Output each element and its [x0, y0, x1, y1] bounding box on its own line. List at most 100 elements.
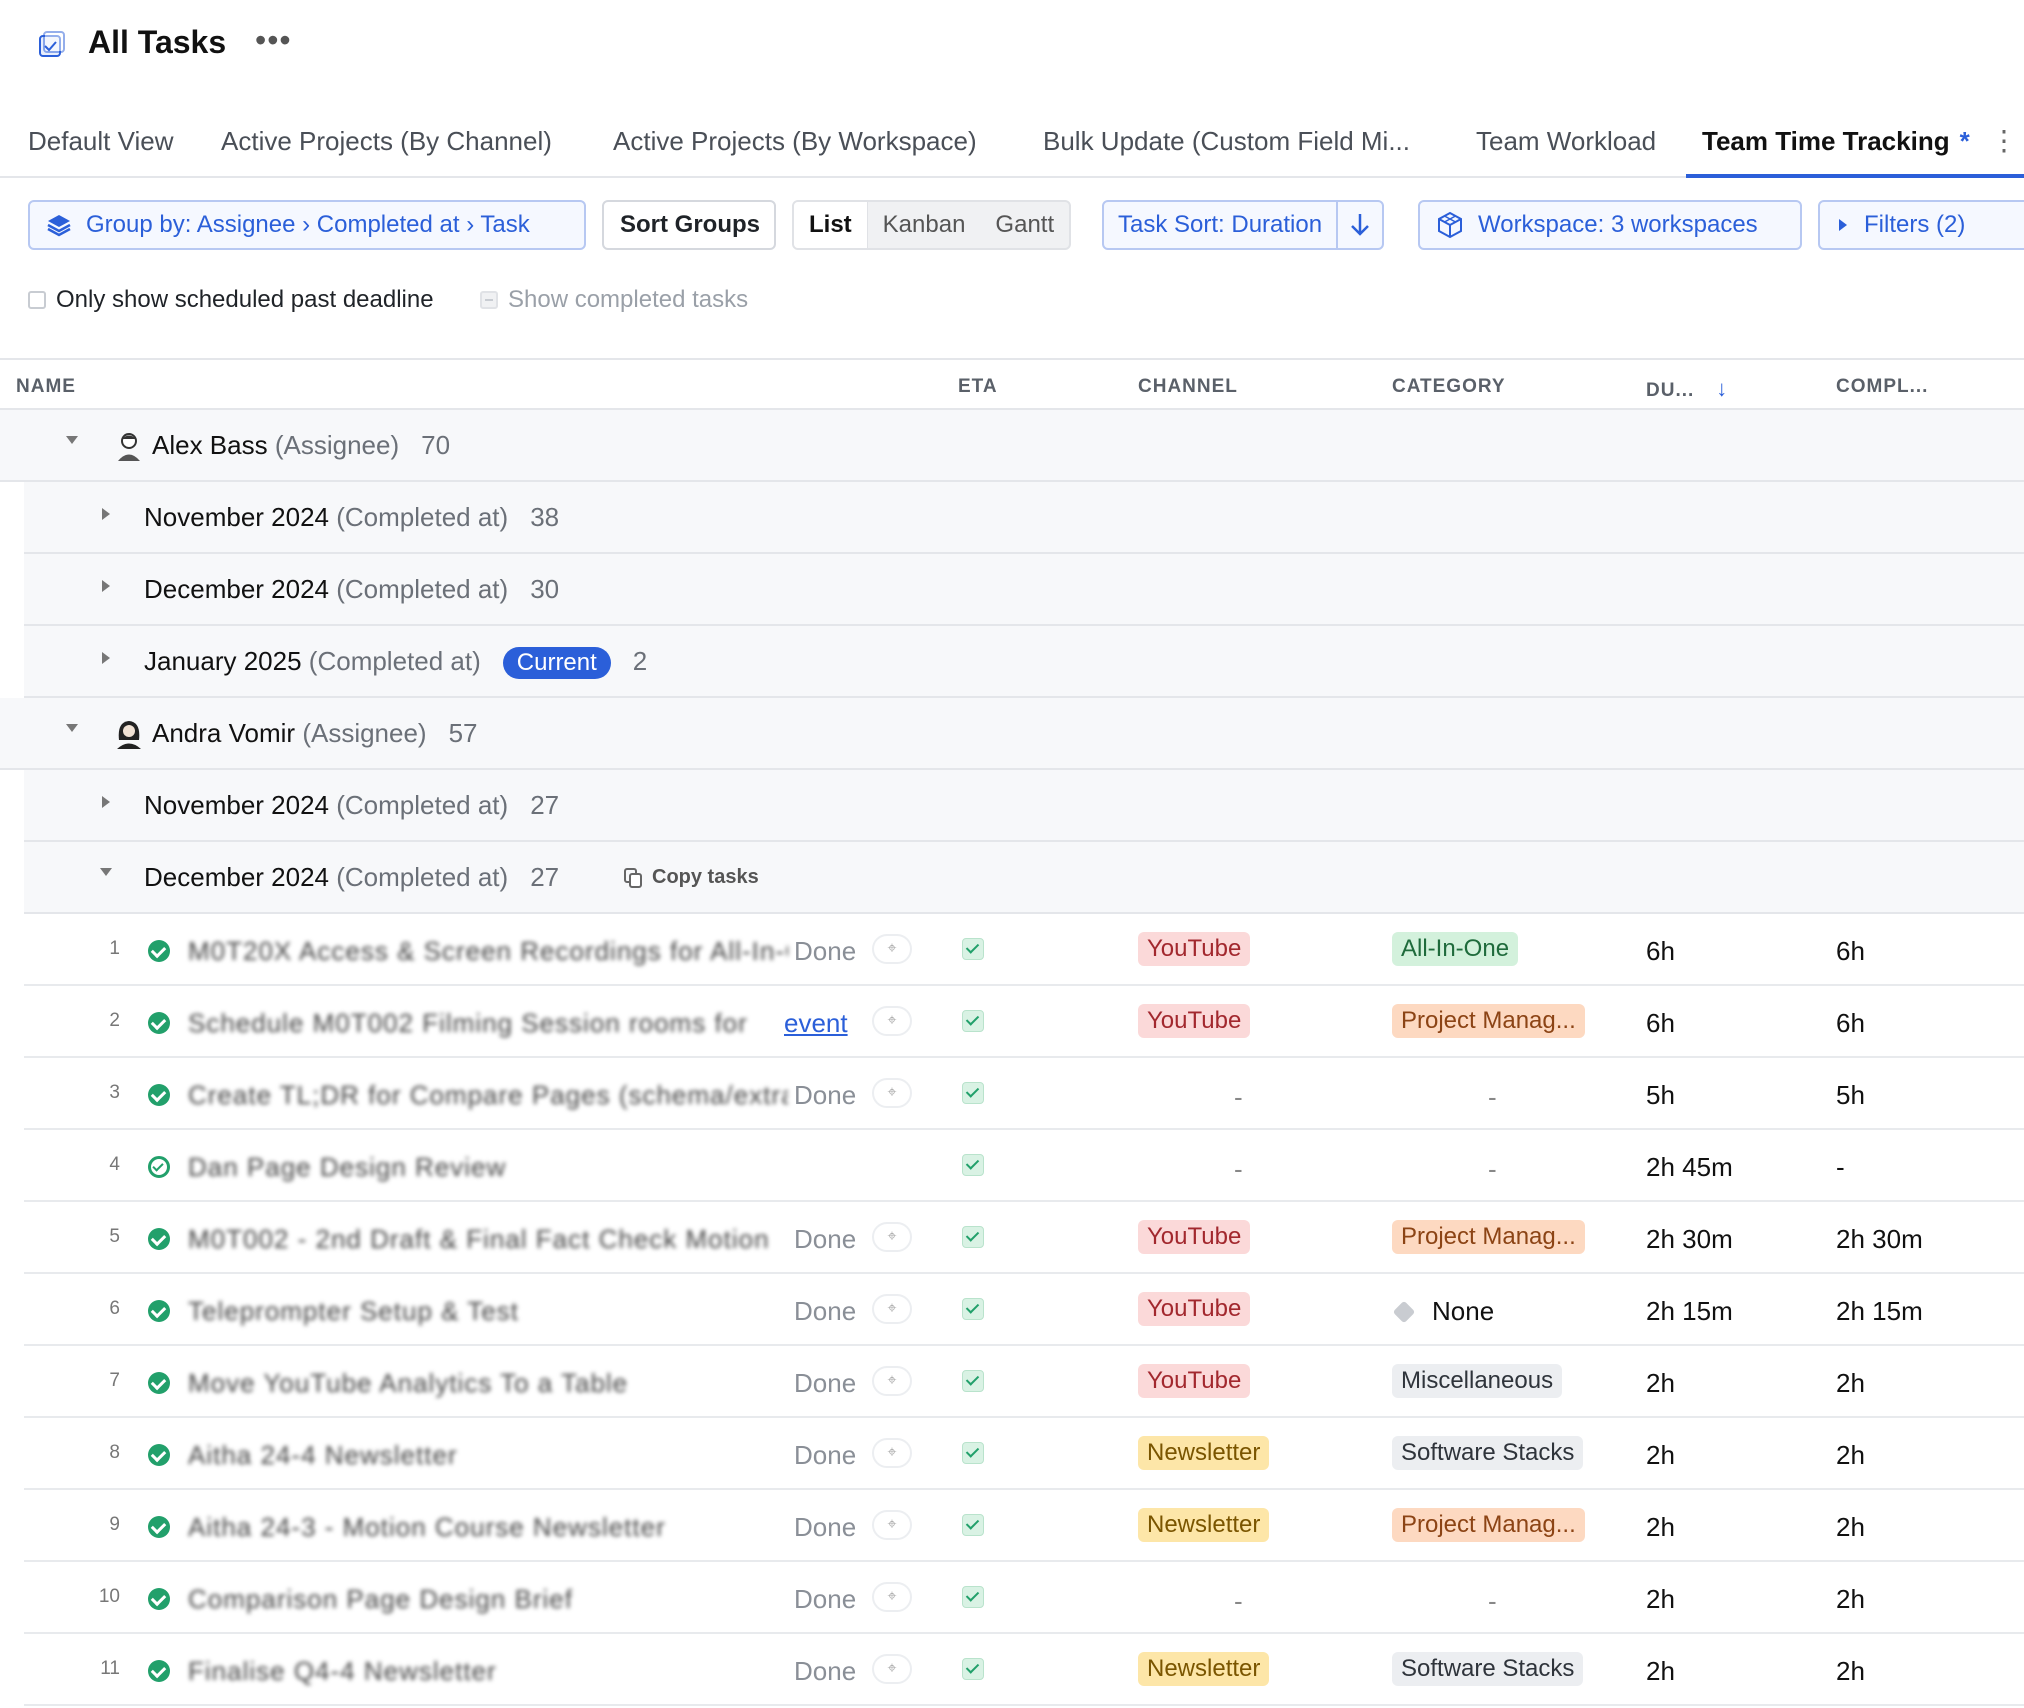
collapse-caret-icon[interactable]	[66, 436, 78, 444]
scheduled-check-icon[interactable]	[148, 1156, 170, 1178]
table-row[interactable]: 11 Finalise Q4-4 Newsletter Done ⌖ Newsl…	[24, 1634, 2024, 1706]
channel-tag[interactable]: YouTube	[1138, 1364, 1251, 1398]
task-name[interactable]: Aitha 24-3 - Motion Course Newsletter	[188, 1512, 788, 1543]
sort-groups-button[interactable]: Sort Groups	[602, 200, 776, 250]
table-row[interactable]: 9 Aitha 24-3 - Motion Course Newsletter …	[24, 1490, 2024, 1562]
category-tag[interactable]: Software Stacks	[1392, 1652, 1584, 1686]
pin-icon[interactable]: ⌖	[872, 1222, 912, 1252]
channel-empty[interactable]: -	[1234, 1082, 1243, 1113]
table-row[interactable]: 10 Comparison Page Design Brief Done ⌖ -…	[24, 1562, 2024, 1634]
view-kanban-button[interactable]: Kanban	[868, 202, 981, 248]
table-row[interactable]: 8 Aitha 24-4 Newsletter Done ⌖ Newslette…	[24, 1418, 2024, 1490]
group-row-month[interactable]: January 2025 (Completed at) Current 2	[24, 626, 2024, 698]
past-deadline-option[interactable]: Only show scheduled past deadline	[28, 286, 434, 314]
pin-icon[interactable]: ⌖	[872, 934, 912, 964]
group-row-assignee[interactable]: Alex Bass (Assignee) 70	[0, 410, 2024, 482]
sort-desc-icon[interactable]: ↓	[1716, 376, 1728, 401]
show-completed-checkbox[interactable]	[480, 291, 498, 309]
event-link[interactable]: event	[784, 1008, 848, 1039]
category-tag[interactable]: Project Manag...	[1392, 1004, 1585, 1038]
tab-team-workload[interactable]: Team Workload	[1476, 126, 1656, 157]
group-row-month[interactable]: November 2024 (Completed at) 38	[24, 482, 2024, 554]
channel-empty[interactable]: -	[1234, 1154, 1243, 1185]
table-row[interactable]: 2 Schedule M0T002 Filming Session rooms …	[24, 986, 2024, 1058]
done-check-icon[interactable]	[148, 1660, 170, 1682]
task-name[interactable]: M0T002 - 2nd Draft & Final Fact Check Mo…	[188, 1224, 788, 1255]
channel-tag[interactable]: YouTube	[1138, 1292, 1251, 1326]
workspace-filter-button[interactable]: Workspace: 3 workspaces	[1418, 200, 1802, 250]
tab-team-time-tracking[interactable]: Team Time Tracking *	[1702, 126, 1970, 157]
column-channel[interactable]: CHANNEL	[1138, 376, 1238, 398]
column-completed[interactable]: COMPL...	[1836, 376, 1928, 398]
task-name[interactable]: Aitha 24-4 Newsletter	[188, 1440, 788, 1471]
done-check-icon[interactable]	[148, 1300, 170, 1322]
task-name[interactable]: Teleprompter Setup & Test	[188, 1296, 788, 1327]
view-list-button[interactable]: List	[794, 202, 868, 248]
column-name[interactable]: NAME	[16, 376, 76, 398]
done-check-icon[interactable]	[148, 1084, 170, 1106]
sort-direction-icon[interactable]	[1336, 202, 1382, 248]
done-check-icon[interactable]	[148, 1588, 170, 1610]
column-eta[interactable]: ETA	[958, 376, 998, 398]
expand-caret-icon[interactable]	[102, 652, 110, 664]
expand-caret-icon[interactable]	[102, 796, 110, 808]
view-gantt-button[interactable]: Gantt	[980, 202, 1069, 248]
category-tag[interactable]: All-In-One	[1392, 932, 1519, 966]
channel-tag[interactable]: Newsletter	[1138, 1652, 1270, 1686]
task-name[interactable]: Dan Page Design Review	[188, 1152, 788, 1183]
show-completed-option[interactable]: Show completed tasks	[480, 286, 748, 314]
expand-caret-icon[interactable]	[102, 508, 110, 520]
tab-active-projects-workspace[interactable]: Active Projects (By Workspace)	[613, 126, 977, 157]
task-name[interactable]: Create TL;DR for Compare Pages (schema/e…	[188, 1080, 788, 1111]
done-check-icon[interactable]	[148, 1516, 170, 1538]
table-row[interactable]: 1 M0T20X Access & Screen Recordings for …	[24, 914, 2024, 986]
category-tag[interactable]: Project Manag...	[1392, 1220, 1585, 1254]
table-row[interactable]: 5 M0T002 - 2nd Draft & Final Fact Check …	[24, 1202, 2024, 1274]
channel-tag[interactable]: YouTube	[1138, 1220, 1251, 1254]
category-tag[interactable]: Project Manag...	[1392, 1508, 1585, 1542]
filters-button[interactable]: Filters (2)	[1818, 200, 2024, 250]
category-tag[interactable]: Software Stacks	[1392, 1436, 1584, 1470]
done-check-icon[interactable]	[148, 1372, 170, 1394]
pin-icon[interactable]: ⌖	[872, 1438, 912, 1468]
category-tag[interactable]: Miscellaneous	[1392, 1364, 1563, 1398]
group-row-assignee[interactable]: Andra Vomir (Assignee) 57	[0, 698, 2024, 770]
category-none[interactable]: None	[1392, 1296, 1494, 1327]
pin-icon[interactable]: ⌖	[872, 1006, 912, 1036]
collapse-caret-icon[interactable]	[100, 868, 112, 876]
past-deadline-checkbox[interactable]	[28, 291, 46, 309]
table-row[interactable]: 3 Create TL;DR for Compare Pages (schema…	[24, 1058, 2024, 1130]
task-name[interactable]: Schedule M0T002 Filming Session rooms fo…	[188, 1008, 768, 1039]
table-row[interactable]: 6 Teleprompter Setup & Test Done ⌖ YouTu…	[24, 1274, 2024, 1346]
column-duration[interactable]: DU... ↓	[1646, 376, 1728, 402]
tab-active-projects-channel[interactable]: Active Projects (By Channel)	[221, 126, 552, 157]
group-row-month[interactable]: November 2024 (Completed at) 27	[24, 770, 2024, 842]
more-options-icon[interactable]: •••	[255, 22, 292, 59]
task-name[interactable]: Comparison Page Design Brief	[188, 1584, 788, 1615]
group-row-month[interactable]: December 2024 (Completed at) 30	[24, 554, 2024, 626]
task-name[interactable]: Move YouTube Analytics To a Table	[188, 1368, 788, 1399]
pin-icon[interactable]: ⌖	[872, 1294, 912, 1324]
copy-tasks-button[interactable]: Copy tasks	[624, 866, 759, 889]
group-by-button[interactable]: Group by: Assignee › Completed at › Task	[28, 200, 586, 250]
done-check-icon[interactable]	[148, 940, 170, 962]
expand-caret-icon[interactable]	[102, 580, 110, 592]
column-category[interactable]: CATEGORY	[1392, 376, 1506, 398]
channel-tag[interactable]: YouTube	[1138, 1004, 1251, 1038]
table-row[interactable]: 7 Move YouTube Analytics To a Table Done…	[24, 1346, 2024, 1418]
pin-icon[interactable]: ⌖	[872, 1366, 912, 1396]
task-name[interactable]: Finalise Q4-4 Newsletter	[188, 1656, 788, 1687]
category-empty[interactable]: -	[1488, 1586, 1497, 1617]
channel-tag[interactable]: Newsletter	[1138, 1508, 1270, 1542]
channel-tag[interactable]: YouTube	[1138, 932, 1251, 966]
done-check-icon[interactable]	[148, 1444, 170, 1466]
tab-bulk-update[interactable]: Bulk Update (Custom Field Mi...	[1043, 126, 1410, 157]
task-sort-button[interactable]: Task Sort: Duration	[1104, 211, 1336, 239]
pin-icon[interactable]: ⌖	[872, 1582, 912, 1612]
done-check-icon[interactable]	[148, 1228, 170, 1250]
tab-menu-icon[interactable]: ⋮	[1990, 124, 2018, 157]
pin-icon[interactable]: ⌖	[872, 1654, 912, 1684]
channel-tag[interactable]: Newsletter	[1138, 1436, 1270, 1470]
category-empty[interactable]: -	[1488, 1154, 1497, 1185]
tab-default-view[interactable]: Default View	[28, 126, 174, 157]
